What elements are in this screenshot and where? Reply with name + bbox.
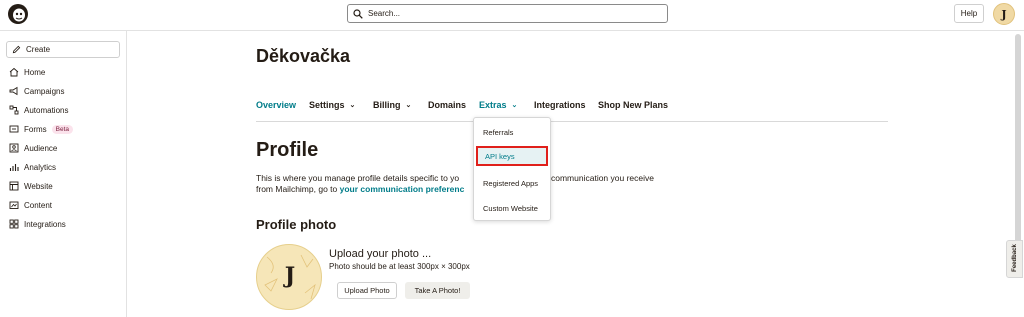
home-icon [9,67,19,77]
page-title: Děkovačka [256,46,351,66]
search-icon [353,8,363,19]
upload-photo-button[interactable]: Upload Photo [337,282,397,299]
tabs-divider [256,121,888,122]
upload-requirements: Photo should be at least 300px × 300px [329,262,470,271]
automations-icon [9,105,19,115]
tab-overview[interactable]: Overview [256,100,296,110]
tab-shop-new-plans[interactable]: Shop New Plans [598,100,668,110]
pencil-icon [12,45,21,54]
create-label: Create [26,45,51,54]
account-avatar[interactable]: J [993,3,1015,25]
sidebar-item-label: Campaigns [24,86,65,96]
scrollbar[interactable] [1015,34,1021,254]
menu-item-registered-apps[interactable]: Registered Apps [474,173,550,193]
feedback-tab[interactable]: Feedback [1006,240,1023,278]
campaigns-icon [9,86,18,96]
tab-integrations[interactable]: Integrations [534,100,586,110]
profile-photo-heading: Profile photo [256,217,337,232]
sidebar-item-home[interactable]: Home [9,66,45,78]
chevron-down-icon: ⌄ [405,102,412,109]
menu-item-custom-website[interactable]: Custom Website [474,198,550,218]
sidebar-item-website[interactable]: Website [9,180,53,192]
sidebar-item-content[interactable]: Content [9,199,52,211]
sidebar-item-label: Audience [24,143,58,153]
tab-extras[interactable]: Extras ⌄ [479,100,517,110]
tab-domains[interactable]: Domains [428,100,466,110]
extras-dropdown-menu: Referrals API keys Registered Apps Custo… [473,117,551,221]
profile-avatar: J [256,244,322,310]
beta-badge: Beta [51,124,74,134]
menu-item-api-keys[interactable]: API keys [476,146,548,166]
sidebar-item-label: Integrations [24,219,66,229]
website-icon [9,181,19,191]
take-photo-button[interactable]: Take A Photo! [405,282,470,299]
integrations-icon [9,219,19,229]
top-bar: Help J [0,0,1024,31]
chevron-down-icon: ⌄ [511,102,518,109]
sidebar-item-label: Analytics [24,162,57,172]
mailchimp-logo-icon[interactable] [7,3,29,25]
tab-billing[interactable]: Billing ⌄ [373,100,411,110]
sidebar-item-audience[interactable]: Audience [9,142,57,154]
sidebar-item-integrations[interactable]: Integrations [9,218,66,230]
search-box[interactable] [347,4,668,23]
chevron-down-icon: ⌄ [349,102,356,109]
sidebar-item-forms[interactable]: Forms Beta [9,123,74,135]
profile-heading: Profile [256,139,319,161]
search-input[interactable] [368,9,648,18]
sidebar-item-analytics[interactable]: Analytics [9,161,56,173]
sidebar-item-campaigns[interactable]: Campaigns [9,85,64,97]
tab-settings[interactable]: Settings ⌄ [309,100,355,110]
sidebar-item-label: Home [24,67,46,77]
sidebar-item-label: Content [24,200,53,210]
analytics-icon [9,164,19,171]
content-icon [9,201,19,209]
forms-icon [9,125,19,133]
sidebar-item-label: Website [24,181,53,191]
sidebar: Create Home Campaigns Automations Forms … [0,31,127,317]
sidebar-item-label: Forms [24,124,47,134]
audience-icon [9,143,19,153]
create-button[interactable]: Create [6,41,120,58]
upload-heading: Upload your photo ... [329,248,432,260]
sidebar-item-label: Automations [24,105,69,115]
sidebar-item-automations[interactable]: Automations [9,104,68,116]
communication-preferences-link[interactable]: your communication preferenc [340,184,465,194]
menu-item-referrals[interactable]: Referrals [474,122,550,142]
help-button[interactable]: Help [954,4,984,23]
